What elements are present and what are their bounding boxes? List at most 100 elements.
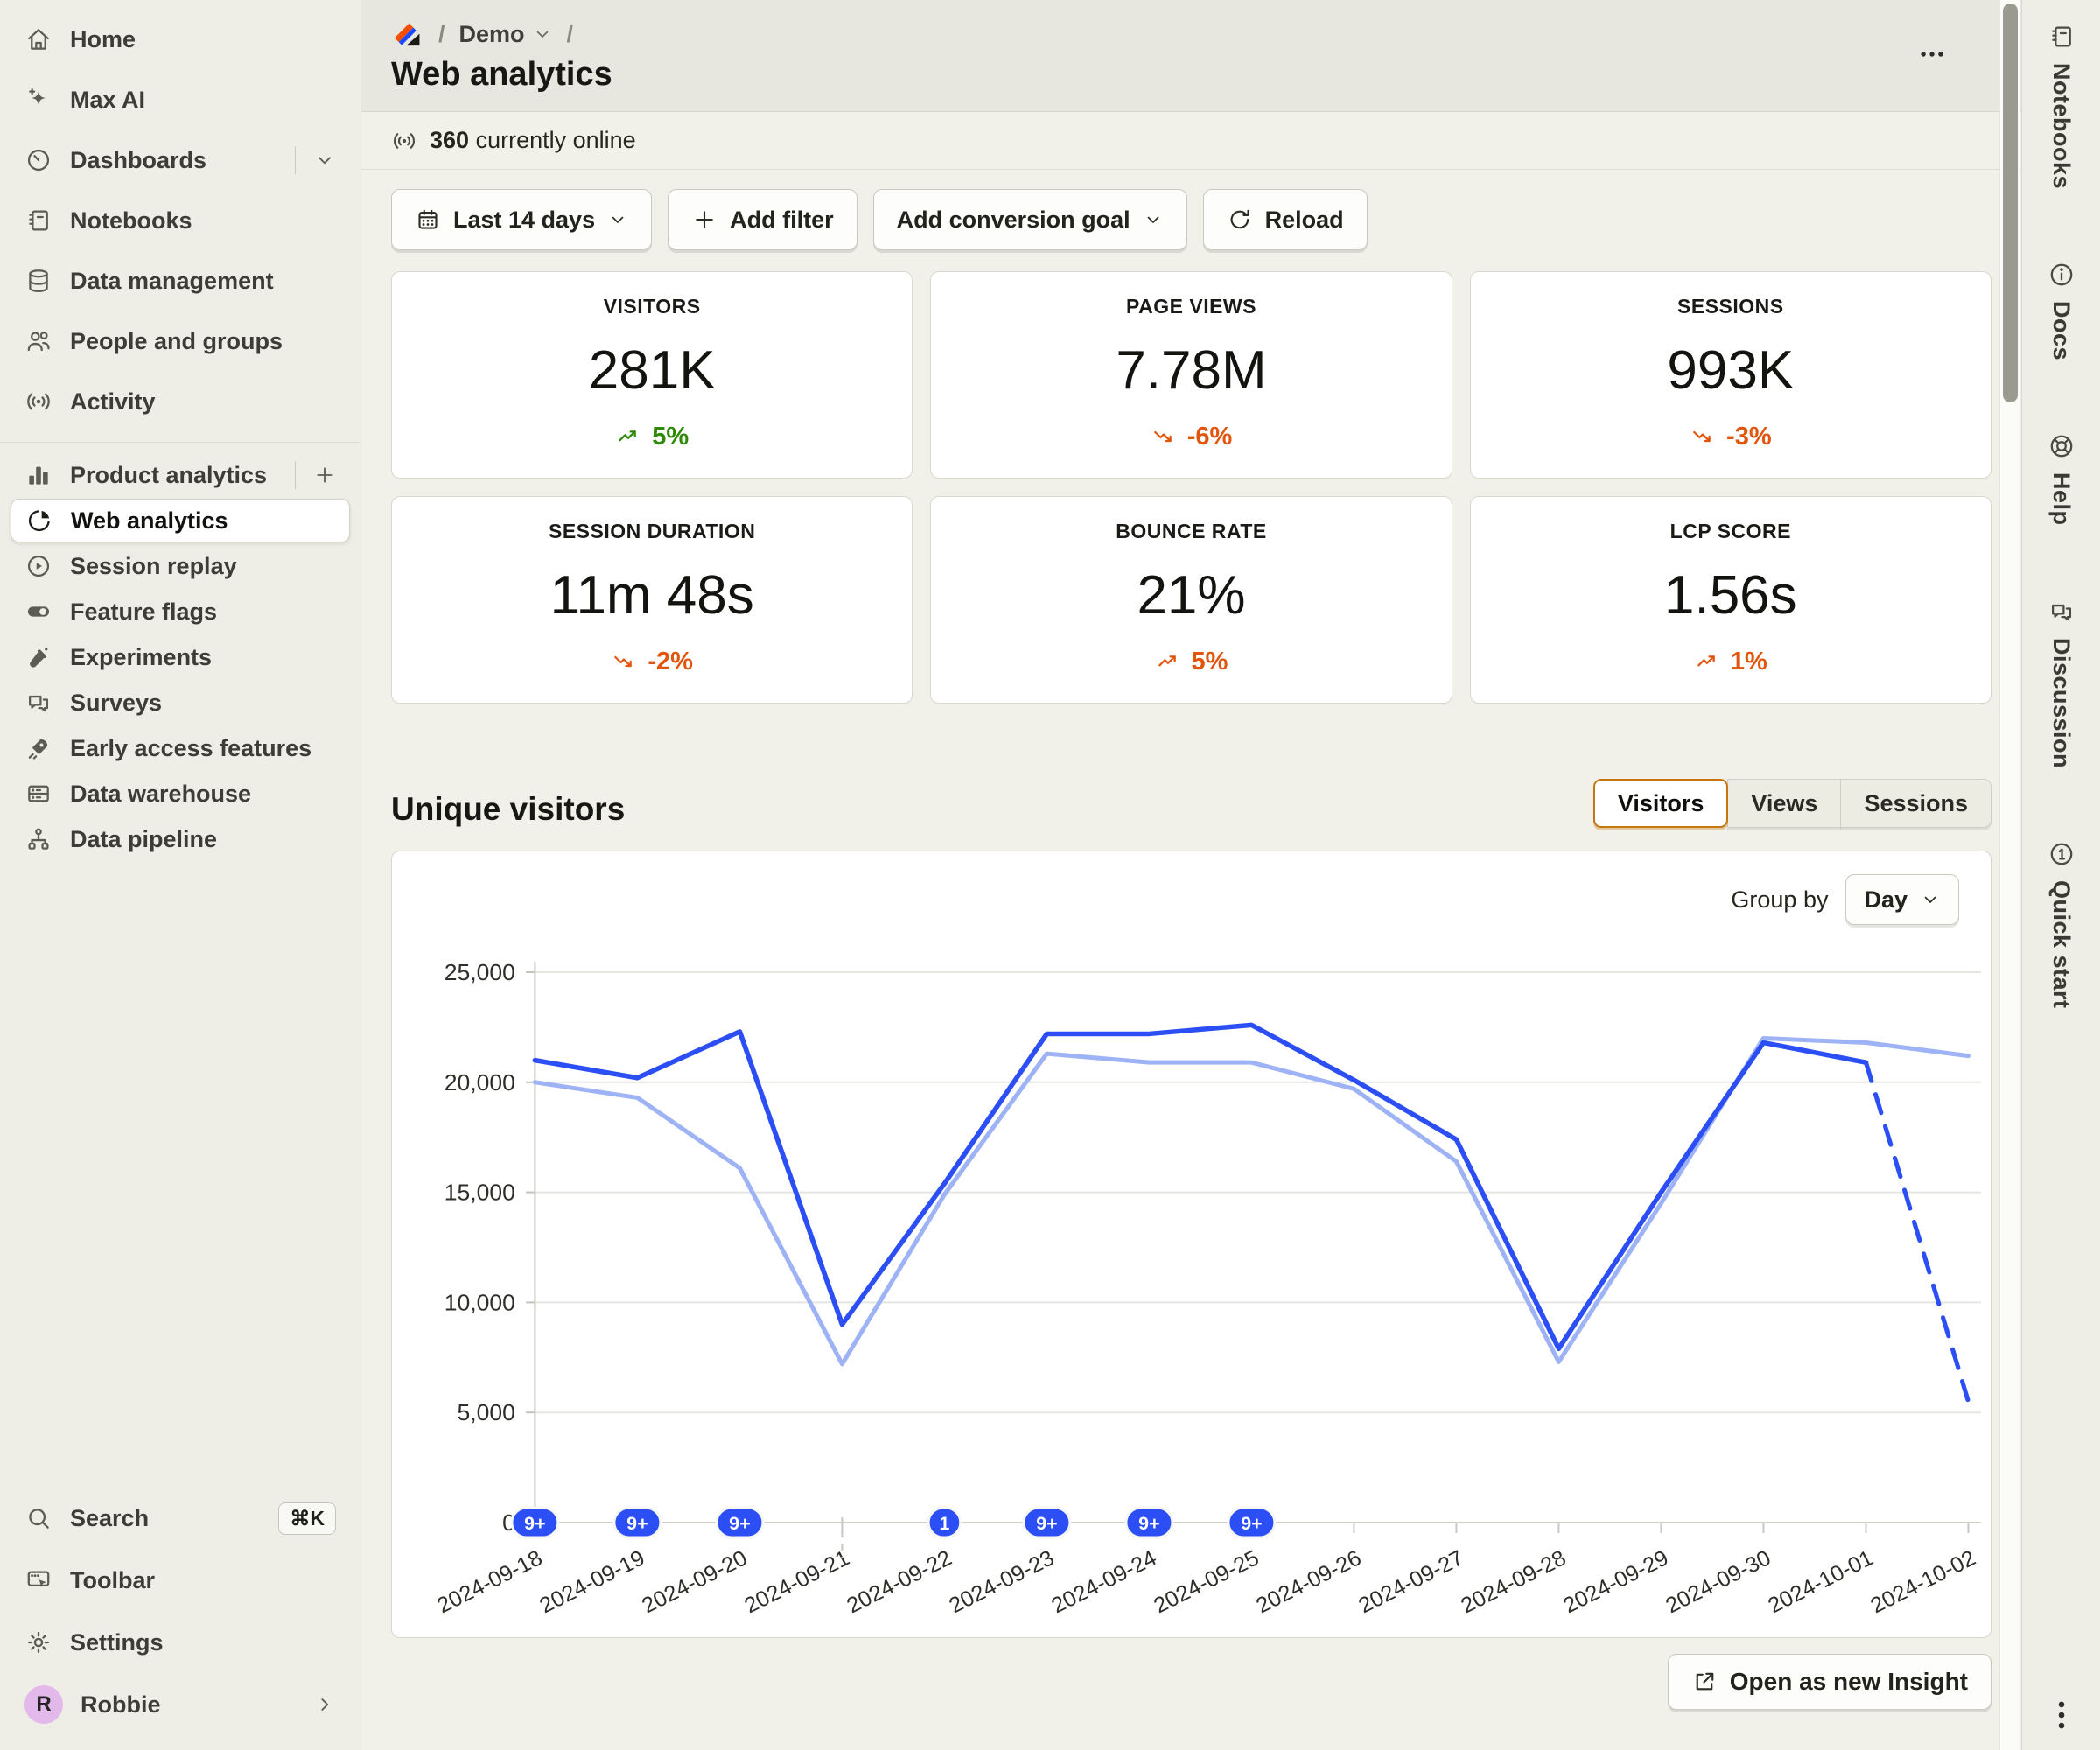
- divider: [295, 461, 296, 489]
- x-axis-label: 2024-09-22: [843, 1546, 956, 1619]
- metric-delta-value: -2%: [648, 648, 693, 676]
- sidebar-item-label: Early access features: [70, 735, 312, 762]
- sidebar-item-web-analytics[interactable]: Web analytics: [10, 499, 350, 542]
- sidebar-item-activity[interactable]: Activity: [10, 374, 350, 430]
- metric-value: 993K: [1667, 340, 1794, 402]
- group-by-select[interactable]: Day: [1845, 874, 1959, 925]
- svg-text:9+: 9+: [626, 1514, 648, 1534]
- scrollbar-thumb[interactable]: [2003, 4, 2018, 402]
- sidebar-item-feature-flags[interactable]: Feature flags: [10, 590, 350, 634]
- x-axis-label: 2024-09-23: [945, 1546, 1058, 1619]
- metric-card-visitors[interactable]: VISITORS281K5%: [391, 271, 913, 479]
- metric-value: 1.56s: [1664, 564, 1797, 626]
- sidebar-item-experiments[interactable]: Experiments: [10, 635, 350, 679]
- annotation-badge[interactable]: 9+: [717, 1508, 763, 1537]
- metric-delta-value: 5%: [1192, 648, 1228, 676]
- sidebar-item-max-ai[interactable]: Max AI: [10, 72, 350, 128]
- sidebar-group: HomeMax AI Dashboards Notebooks Data manage…: [0, 11, 360, 430]
- metric-delta: -6%: [1151, 423, 1233, 452]
- sidebar-item-label: Web analytics: [71, 508, 228, 535]
- sidebar-item-people-and-groups[interactable]: People and groups: [10, 313, 350, 369]
- more-vertical-button[interactable]: [2042, 1696, 2081, 1734]
- filter-toolbar: Last 14 days Add filter Add conversion g…: [361, 170, 2021, 270]
- sidebar-item-early-access-features[interactable]: Early access features: [10, 726, 350, 770]
- x-axis-label: 2024-09-25: [1150, 1546, 1263, 1619]
- sidebar-item-label: Data warehouse: [70, 780, 251, 808]
- trend-down-icon: [611, 648, 639, 676]
- tab-visitors[interactable]: Visitors: [1593, 779, 1729, 828]
- metrics-grid: VISITORS281K5%PAGE VIEWS7.78M-6%SESSIONS…: [391, 271, 1992, 704]
- metric-delta-value: -3%: [1726, 423, 1772, 452]
- svg-text:9+: 9+: [729, 1514, 750, 1534]
- metric-card-session-duration[interactable]: SESSION DURATION11m 48s-2%: [391, 496, 913, 704]
- annotation-badge[interactable]: 1: [928, 1508, 961, 1537]
- annotation-badge[interactable]: 9+: [512, 1508, 558, 1537]
- trend-down-icon: [1151, 424, 1179, 452]
- metric-label: VISITORS: [604, 295, 701, 318]
- rail-tab-label: Docs: [2048, 301, 2075, 360]
- breadcrumb-separator: /: [567, 21, 574, 48]
- sidebar-item-toolbar[interactable]: Toolbar: [10, 1551, 350, 1609]
- toggle-icon: [24, 598, 52, 626]
- chevron-down-icon: [607, 209, 628, 230]
- sidebar: HomeMax AI Dashboards Notebooks Data manage…: [0, 0, 361, 1750]
- sidebar-item-robbie[interactable]: RRobbie: [10, 1676, 350, 1733]
- metric-card-page-views[interactable]: PAGE VIEWS7.78M-6%: [930, 271, 1452, 479]
- rail-tab-notebooks[interactable]: Notebooks: [2048, 23, 2076, 189]
- sidebar-item-data-pipeline[interactable]: Data pipeline: [10, 817, 350, 861]
- sidebar-item-label: Data management: [70, 268, 274, 295]
- rail-tab-label: Quick start: [2048, 880, 2075, 1009]
- annotation-badge[interactable]: 9+: [1024, 1508, 1070, 1537]
- sidebar-item-settings[interactable]: Settings: [10, 1614, 350, 1671]
- rail-tab-docs[interactable]: Docs: [2048, 261, 2076, 360]
- group-by-control: Group by Day: [1731, 874, 1959, 925]
- metric-card-bounce-rate[interactable]: BOUNCE RATE21%5%: [930, 496, 1452, 704]
- sidebar-item-notebooks[interactable]: Notebooks: [10, 192, 350, 248]
- breadcrumb: / Demo /: [391, 19, 2021, 49]
- broadcast-icon: [24, 388, 52, 416]
- date-range-button[interactable]: Last 14 days: [391, 189, 652, 250]
- sidebar-item-data-management[interactable]: Data management: [10, 253, 350, 309]
- sidebar-item-search[interactable]: Search ⌘K: [10, 1489, 350, 1547]
- chat-icon: [2048, 598, 2076, 626]
- more-options-button[interactable]: [1909, 35, 1955, 74]
- sidebar-item-label: Activity: [70, 388, 156, 416]
- toolbar-win-icon: [24, 1566, 52, 1594]
- metric-delta: 5%: [615, 423, 689, 452]
- sidebar-item-surveys[interactable]: Surveys: [10, 681, 350, 724]
- keyboard-shortcut: ⌘K: [278, 1502, 336, 1535]
- metric-card-lcp-score[interactable]: LCP SCORE1.56s1%: [1470, 496, 1992, 704]
- annotation-badge[interactable]: 9+: [1126, 1508, 1172, 1537]
- sidebar-item-product-analytics[interactable]: Product analytics: [10, 453, 350, 497]
- trend-up-icon: [1694, 648, 1722, 676]
- sidebar-item-label: Dashboards: [70, 147, 206, 174]
- rail-tab-discussion[interactable]: Discussion: [2048, 598, 2076, 768]
- sidebar-item-session-replay[interactable]: Session replay: [10, 544, 350, 588]
- sidebar-item-label: Experiments: [70, 644, 212, 671]
- reload-button[interactable]: Reload: [1203, 189, 1368, 250]
- sidebar-item-label: Search: [70, 1505, 149, 1532]
- kebab-icon: [2042, 1724, 2081, 1737]
- annotation-badge[interactable]: 9+: [614, 1508, 661, 1537]
- chart-line-previous: [535, 1038, 1968, 1363]
- online-label: currently online: [476, 127, 636, 153]
- info-circle-icon: [2048, 261, 2076, 289]
- metric-label: BOUNCE RATE: [1116, 520, 1266, 543]
- refresh-icon: [1227, 206, 1253, 233]
- metric-delta-value: 5%: [652, 423, 689, 452]
- sidebar-item-data-warehouse[interactable]: Data warehouse: [10, 772, 350, 816]
- calendar-icon: [415, 206, 441, 233]
- tab-sessions[interactable]: Sessions: [1840, 779, 1992, 828]
- insight-row: Open as new Insight: [391, 1654, 1992, 1710]
- annotation-badge[interactable]: 9+: [1228, 1508, 1275, 1537]
- breadcrumb-project[interactable]: Demo: [459, 21, 553, 48]
- open-as-insight-button[interactable]: Open as new Insight: [1668, 1654, 1992, 1710]
- sidebar-item-dashboards[interactable]: Dashboards: [10, 132, 350, 188]
- add-filter-button[interactable]: Add filter: [668, 189, 858, 250]
- sidebar-item-home[interactable]: Home: [10, 11, 350, 67]
- rail-tab-help[interactable]: Help: [2048, 432, 2076, 526]
- tab-views[interactable]: Views: [1727, 779, 1841, 828]
- rail-tab-quick-start[interactable]: Quick start: [2048, 840, 2076, 1009]
- metric-card-sessions[interactable]: SESSIONS993K-3%: [1470, 271, 1992, 479]
- add-conversion-goal-button[interactable]: Add conversion goal: [873, 189, 1187, 250]
